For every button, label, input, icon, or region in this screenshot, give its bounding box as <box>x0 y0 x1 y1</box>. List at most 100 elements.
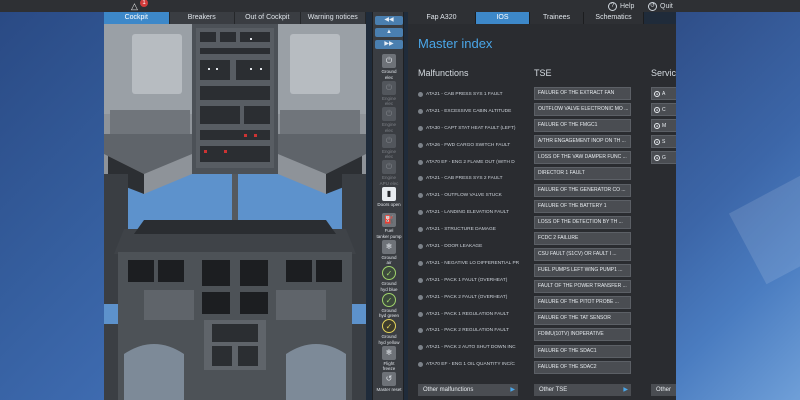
sidebar-item-12[interactable]: ↺ Master reset <box>374 372 404 393</box>
other-tse-label: Other TSE <box>539 387 568 393</box>
sidebar-item-label: Engine APU elec <box>379 175 399 186</box>
service-item[interactable]: ● C <box>651 103 676 117</box>
sidebar-item-3[interactable]: ⏻ Engine elec <box>374 133 404 160</box>
status-dot-icon <box>418 193 423 199</box>
tse-item[interactable]: FAILURE OF THE GENERATOR CO ... <box>534 183 631 197</box>
sidebar-item-1[interactable]: ⏻ Engine elec <box>374 80 404 107</box>
malfunction-item[interactable]: ATA21 - CAB PRESS SYS 1 FAULT <box>418 86 526 103</box>
service-label: A <box>662 90 666 97</box>
help-label: Help <box>620 2 635 10</box>
sidebar-item-10[interactable]: ✓ Ground hyd yellow <box>374 319 404 345</box>
services-heading: Servic <box>651 68 676 78</box>
tse-item[interactable]: FCDC 2 FAILURE <box>534 231 631 245</box>
tse-item[interactable]: DIRECTOR 1 FAULT <box>534 167 631 181</box>
sidebar-item-8[interactable]: ✓ Ground hyd blue <box>374 266 404 292</box>
tab-breakers[interactable]: Breakers <box>169 12 235 24</box>
malfunction-item[interactable]: ATA21 - PACK 2 REGULATION FAULT <box>418 322 526 339</box>
record-icon: ● <box>654 90 660 97</box>
tab-ios[interactable]: IOS <box>476 12 530 24</box>
sidebar-item-label: Ground elec <box>381 69 397 80</box>
power-icon: ⏻ <box>382 160 396 174</box>
tse-item[interactable]: FUEL PUMPS LEFT WING PUMP1 ... <box>534 264 631 278</box>
tse-item[interactable]: CSU FAULT (S1CV) OR FAULT I ... <box>534 247 631 261</box>
sidebar-item-label: Engine elec <box>381 148 396 160</box>
ios-tabs: Fap A320 IOS Trainees Schematics <box>408 12 676 24</box>
tab-cockpit[interactable]: Cockpit <box>104 12 170 24</box>
tse-item[interactable]: OUTFLOW VALVE ELECTRONIC MO ... <box>534 103 631 117</box>
tab-trainees[interactable]: Trainees <box>530 12 584 24</box>
quit-button[interactable]: ↺ Quit <box>648 0 673 12</box>
tse-item[interactable]: FAILURE OF THE SDAC1 <box>534 344 631 358</box>
tab-out-of-cockpit[interactable]: Out of Cockpit <box>235 12 301 24</box>
record-icon: ● <box>654 122 660 129</box>
alert-button[interactable]: △ 1 <box>128 0 152 12</box>
sidebar-item-5[interactable]: ▮ Doors open <box>374 186 404 208</box>
tse-item[interactable]: FAILURE OF THE EXTRACT FAN <box>534 87 631 100</box>
malfunction-item[interactable]: ATA21 - STRUCTURE DAMAGE <box>418 221 526 238</box>
cockpit-view[interactable] <box>104 24 366 400</box>
sidebar-item-9[interactable]: ✓ Ground hyd green <box>374 292 404 319</box>
malfunction-item[interactable]: ATA70 EF - ENG 2 FLAME OUT (WITH D <box>418 154 526 171</box>
malfunction-item[interactable]: ATA21 - NEGATIVE LO DIFFERENTIAL PR <box>418 255 526 272</box>
fuel-icon: ⛽ <box>382 213 396 227</box>
malfunction-item[interactable]: ATA21 - PACK 1 REGULATION FAULT <box>418 306 526 323</box>
malfunction-item[interactable]: ATA21 - CAB PRESS SYS 2 FAULT <box>418 170 526 187</box>
tab-warning-notices[interactable]: Warning notices <box>300 12 366 24</box>
sidebar-item-2[interactable]: ⏻ Engine elec <box>374 107 404 133</box>
status-dot-icon <box>418 345 423 351</box>
service-item[interactable]: ● M <box>651 119 676 133</box>
nav-up-button[interactable]: ▲ <box>375 28 403 37</box>
tse-item[interactable]: FAILURE OF THE BATTERY 1 <box>534 199 631 213</box>
hydraulic-icon: ✓ <box>382 266 396 280</box>
malfunction-label: ATA21 - STRUCTURE DAMAGE <box>426 227 496 233</box>
malfunction-item[interactable]: ATA21 - LANDING ELEVATION FAULT <box>418 204 526 221</box>
status-dot-icon <box>418 210 423 216</box>
reset-icon: ↺ <box>382 372 396 386</box>
malfunction-item[interactable]: ATA70 EF - ENG 1 OIL QUANTITY INC/C <box>418 356 526 373</box>
malfunction-item[interactable]: ATA26 - FWD CARGO SWITCH FAULT <box>418 137 526 154</box>
malfunction-item[interactable]: ATA21 - PACK 1 FAULT (OVERHEAT) <box>418 272 526 289</box>
tse-item[interactable]: FAILURE OF THE FMGC1 <box>534 119 631 133</box>
other-tse-button[interactable]: Other TSE ▶ <box>534 384 631 396</box>
tab-schematics[interactable]: Schematics <box>584 12 644 24</box>
service-label: G <box>662 154 666 161</box>
snowflake-icon: ❄ <box>382 345 396 360</box>
status-dot-icon <box>418 159 423 165</box>
sidebar-item-0[interactable]: ⏻ Ground elec <box>374 54 404 80</box>
desktop-background-right <box>676 12 800 400</box>
malfunction-label: ATA26 - FWD CARGO SWITCH FAULT <box>426 142 511 148</box>
malfunction-item[interactable]: ATA21 - EXCESSIVE CABIN ALTITUDE <box>418 103 526 120</box>
other-malfunctions-button[interactable]: Other malfunctions ▶ <box>418 384 518 396</box>
tse-item[interactable]: LOSS OF THE DETECTION BY TH ... <box>534 215 631 229</box>
sidebar-item-4[interactable]: ⏻ Engine APU elec <box>374 160 404 186</box>
malfunction-item[interactable]: ATA21 - OUTFLOW VALVE STUCK <box>418 187 526 204</box>
nav-last-button[interactable]: ▶▶ <box>375 40 403 49</box>
tse-item[interactable]: FDIMU(10TV) INOPERATIVE <box>534 328 631 342</box>
tse-item[interactable]: A/THR ENGAGEMENT INOP ON TH ... <box>534 135 631 149</box>
quit-icon: ↺ <box>648 1 657 11</box>
tse-item[interactable]: LOSS OF THE VAW DAMPER FUNC ... <box>534 151 631 165</box>
sidebar-item-label: Master reset <box>376 387 402 392</box>
service-item[interactable]: ● G <box>651 151 676 165</box>
tse-item[interactable]: FAILURE OF THE TAT SENSOR <box>534 312 631 326</box>
tse-item[interactable]: FAILURE OF THE SDAC2 <box>534 360 631 374</box>
service-item[interactable]: ● A <box>651 87 676 100</box>
tse-item[interactable]: FAULT OF THE POWER TRANSFER ... <box>534 280 631 294</box>
nav-first-button[interactable]: ◀◀ <box>375 16 403 25</box>
status-dot-icon <box>418 227 423 233</box>
status-dot-icon <box>418 328 423 334</box>
malfunction-item[interactable]: ATA21 - PACK 2 FAULT (OVERHEAT) <box>418 289 526 306</box>
sidebar-item-11[interactable]: ❄ Flight freeze <box>374 345 404 372</box>
sidebar-item-7[interactable]: ❄ Ground air <box>374 239 404 266</box>
help-button[interactable]: ? Help <box>608 0 634 12</box>
tab-fap-a320[interactable]: Fap A320 <box>408 12 476 24</box>
malfunction-item[interactable]: ATA21 - PACK 2 AUTO SHUT DOWN INC <box>418 339 526 356</box>
malfunction-label: ATA21 - DOOR LEAKAGE <box>426 243 483 249</box>
sidebar-item-6[interactable]: ⛽ Fuel tanker pump <box>374 213 404 239</box>
malfunction-item[interactable]: ATA30 - CAPT STAT HEAT FAULT (LEFT) <box>418 120 526 137</box>
other-services-button[interactable]: Other <box>651 384 676 396</box>
service-label: S <box>662 138 666 145</box>
service-item[interactable]: ● S <box>651 135 676 149</box>
malfunction-item[interactable]: ATA21 - DOOR LEAKAGE <box>418 238 526 255</box>
tse-item[interactable]: FAILURE OF THE PITOT PROBE ... <box>534 296 631 310</box>
